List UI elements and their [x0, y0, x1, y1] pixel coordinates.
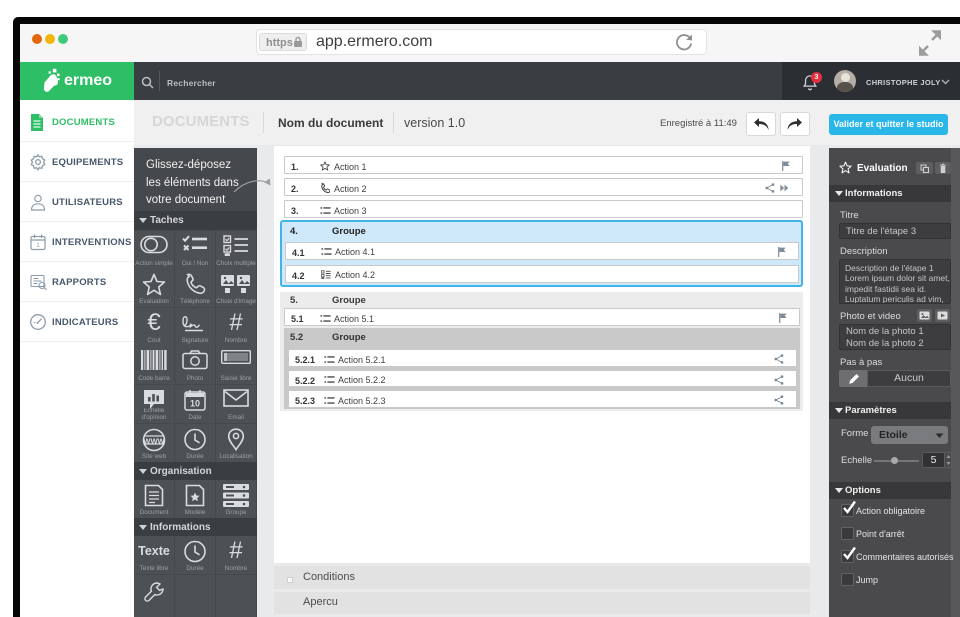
- svg-text:10: 10: [190, 399, 200, 409]
- svg-text:WWW: WWW: [143, 436, 165, 445]
- svg-text:1: 1: [36, 243, 40, 249]
